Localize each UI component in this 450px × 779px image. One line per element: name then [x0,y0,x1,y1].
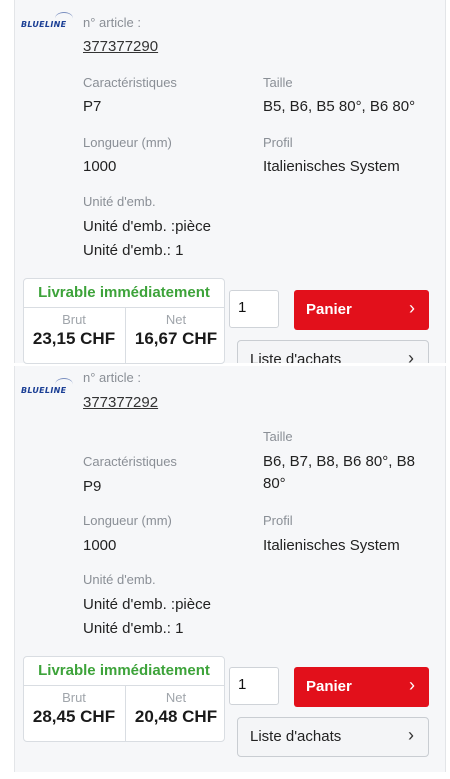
list-button-clip: Liste d'achats › [15,340,445,363]
quantity-input[interactable]: 1 [229,667,279,705]
brut-price-column: Brut 28,45 CHF [24,686,124,742]
quantity-input[interactable]: 1 [229,290,279,328]
taille-label: Taille [263,429,293,444]
availability-price-box: Livrable immédiatement Brut 28,45 CHF Ne… [23,656,225,742]
net-label: Net [165,690,187,705]
unite-label: Unité d'emb. [83,572,156,587]
longueur-label: Longueur (mm) [83,135,172,150]
chevron-right-icon: › [408,725,414,745]
profil-label: Profil [263,135,293,150]
add-to-cart-button[interactable]: Panier › [294,667,429,707]
brut-label: Brut [62,690,86,705]
availability-status: Livrable immédiatement [24,657,224,686]
net-label: Net [165,312,187,327]
net-price: 20,48 CHF [134,707,218,726]
cart-button-label: Panier [306,678,352,695]
profil-value: Italienisches System [263,158,400,175]
logo-swoosh-icon [55,12,73,25]
brand-logo: BLUELINE [21,378,73,395]
unite-value-line1: Unité d'emb. :pièce [83,596,211,613]
caracteristiques-label: Caractéristiques [83,454,177,469]
chevron-right-icon: › [408,348,414,363]
chevron-right-icon: › [409,675,415,695]
taille-label: Taille [263,75,293,90]
taille-value: B6, B7, B8, B6 80°, B8 80° [263,453,415,492]
longueur-value: 1000 [83,158,117,175]
net-price-column: Net 20,48 CHF [125,686,226,742]
product-card: BLUELINE n° article : 377377290 Caractér… [14,0,446,364]
article-number-link[interactable]: 377377290 [83,36,158,58]
unite-value-line2: Unité d'emb.: 1 [83,620,184,637]
unite-value-line2: Unité d'emb.: 1 [83,242,184,259]
chevron-right-icon: › [409,298,415,318]
cart-button-label: Panier [306,301,352,318]
brut-price: 28,45 CHF [32,707,116,726]
list-button-label: Liste d'achats [250,351,342,363]
shopping-list-button[interactable]: Liste d'achats › [237,717,429,757]
caracteristiques-label: Caractéristiques [83,75,177,90]
article-number-label: n° article : [83,15,141,30]
article-number-label: n° article : [83,370,141,385]
shopping-list-button[interactable]: Liste d'achats › [237,340,429,363]
product-card: BLUELINE n° article : 377377292 Taille B… [14,366,446,772]
availability-status: Livrable immédiatement [24,279,224,308]
longueur-label: Longueur (mm) [83,513,172,528]
profil-value: Italienisches System [263,537,400,554]
caracteristiques-value: P7 [83,98,102,115]
profil-label: Profil [263,513,293,528]
longueur-value: 1000 [83,537,117,554]
unite-value-line1: Unité d'emb. :pièce [83,218,211,235]
add-to-cart-button[interactable]: Panier › [294,290,429,330]
logo-swoosh-icon [55,378,73,391]
unite-label: Unité d'emb. [83,194,156,209]
taille-value: B5, B6, B5 80°, B6 80° [263,98,416,115]
article-number-link[interactable]: 377377292 [83,392,158,414]
brand-logo: BLUELINE [21,12,73,29]
list-button-label: Liste d'achats [250,728,342,745]
caracteristiques-value: P9 [83,478,102,495]
brut-label: Brut [62,312,86,327]
